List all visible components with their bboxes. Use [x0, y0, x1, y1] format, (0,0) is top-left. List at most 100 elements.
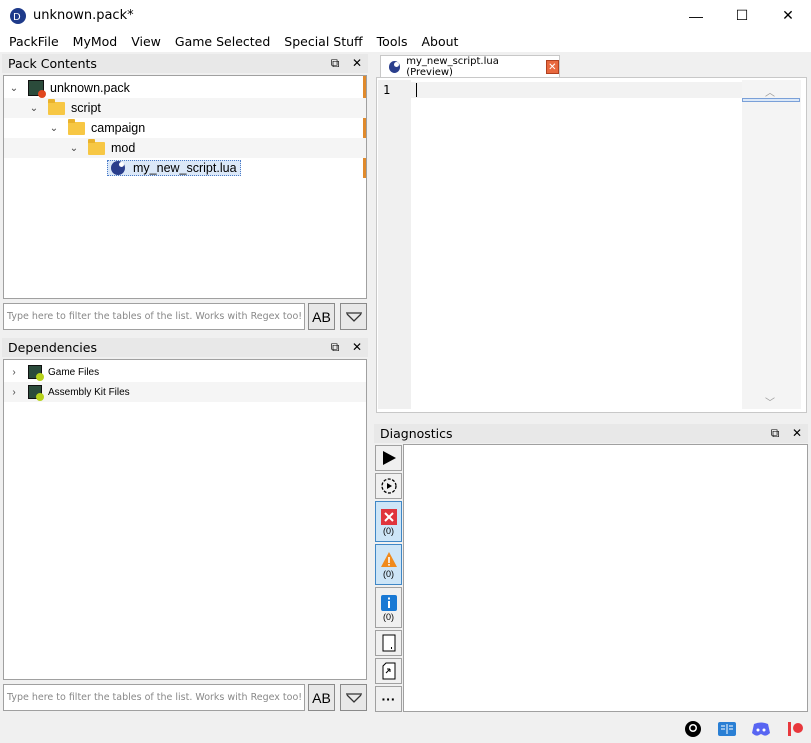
dependencies-header: Dependencies ⧉ ✕	[2, 338, 368, 357]
menu-packfile[interactable]: PackFile	[2, 34, 66, 49]
menu-bar: PackFile MyMod View Game Selected Specia…	[0, 31, 811, 52]
pack-filter-input[interactable]: Type here to filter the tables of the li…	[3, 303, 305, 330]
ellipsis-icon: ···	[381, 691, 396, 707]
selected-item[interactable]: my_new_script.lua	[107, 160, 241, 176]
diagnostics-title: Diagnostics	[380, 426, 453, 441]
discord-icon[interactable]	[751, 719, 771, 739]
minimize-button[interactable]: —	[673, 0, 719, 31]
info-icon	[380, 594, 397, 611]
tree-row[interactable]: › Assembly Kit Files	[4, 382, 366, 402]
pack-tree[interactable]: ⌄ unknown.pack ⌄ script ⌄ campaign ⌄ mod…	[3, 75, 367, 299]
info-toggle[interactable]: (0)	[375, 587, 402, 628]
case-sensitive-button[interactable]: AB	[308, 684, 335, 711]
line-number: 1	[383, 83, 391, 97]
status-bar	[0, 714, 811, 743]
chevron-down-icon[interactable]: ⌄	[48, 122, 60, 134]
warnings-count: (0)	[383, 568, 394, 579]
file-import-icon	[382, 662, 395, 680]
tree-row[interactable]: ⌄ campaign	[4, 118, 366, 138]
pack-contents-title: Pack Contents	[8, 56, 97, 71]
dependencies-filter-input[interactable]: Type here to filter the tables of the li…	[3, 684, 305, 711]
filter-dropdown-button[interactable]	[340, 303, 367, 330]
errors-count: (0)	[383, 525, 394, 536]
tree-row[interactable]: › Game Files	[4, 362, 366, 382]
code-editor[interactable]	[411, 80, 742, 409]
run-check-button[interactable]	[375, 445, 402, 471]
warnings-toggle[interactable]: (0)	[375, 544, 402, 585]
chevron-down-icon[interactable]: ⌄	[68, 142, 80, 154]
tree-row[interactable]: ⌄ script	[4, 98, 366, 118]
menu-tools[interactable]: Tools	[370, 34, 415, 49]
pack-icon	[28, 365, 44, 381]
menu-about[interactable]: About	[414, 34, 465, 49]
chevron-down-icon[interactable]: ⌄	[28, 102, 40, 114]
pack-icon	[28, 385, 44, 401]
more-options-button[interactable]: ···	[375, 686, 402, 712]
tree-label: my_new_script.lua	[133, 161, 237, 175]
current-line-highlight	[411, 82, 742, 98]
text-caret	[416, 83, 417, 97]
check-open-button[interactable]	[375, 473, 402, 499]
maximize-button[interactable]: ☐	[719, 0, 765, 31]
tree-row-selected[interactable]: my_new_script.lua	[4, 158, 366, 178]
github-icon[interactable]	[683, 719, 703, 739]
menu-mymod[interactable]: MyMod	[66, 34, 125, 49]
tab-close-icon[interactable]: ✕	[545, 60, 559, 74]
error-icon	[380, 508, 397, 525]
diagnostics-table[interactable]	[403, 444, 808, 712]
editor-tab[interactable]: my_new_script.lua (Preview) ✕	[380, 55, 560, 78]
minimap[interactable]	[742, 80, 801, 409]
chevron-right-icon[interactable]: ›	[8, 386, 20, 398]
svg-text:D: D	[13, 12, 21, 23]
errors-toggle[interactable]: (0)	[375, 501, 402, 542]
tree-label: script	[71, 101, 101, 115]
tree-row[interactable]: ⌄ unknown.pack	[4, 78, 366, 98]
dependencies-tree[interactable]: › Game Files › Assembly Kit Files	[3, 359, 367, 680]
tree-label: Assembly Kit Files	[48, 386, 130, 398]
chevron-down-icon[interactable]: ⌄	[8, 82, 20, 94]
manual-book-icon	[718, 722, 736, 736]
open-file-button[interactable]	[375, 630, 402, 656]
float-icon[interactable]: ⧉	[768, 425, 782, 441]
close-icon[interactable]: ✕	[350, 55, 364, 71]
float-icon[interactable]: ⧉	[328, 339, 342, 355]
discord-logo-icon	[752, 722, 770, 736]
warning-icon	[380, 551, 397, 567]
title-bar: D unknown.pack* — ☐ ✕	[0, 0, 811, 31]
menu-special-stuff[interactable]: Special Stuff	[277, 34, 369, 49]
diagnostics-header: Diagnostics ⧉ ✕	[374, 424, 808, 443]
scroll-down-icon[interactable]: ﹀	[765, 394, 775, 409]
lua-file-icon	[389, 61, 401, 73]
pack-icon	[28, 80, 46, 98]
menu-view[interactable]: View	[124, 34, 168, 49]
dependencies-title: Dependencies	[8, 340, 97, 355]
lua-file-icon	[111, 161, 125, 175]
book-icon[interactable]	[717, 719, 737, 739]
close-icon[interactable]: ✕	[350, 339, 364, 355]
close-button[interactable]: ✕	[765, 0, 811, 31]
tree-label: Game Files	[48, 366, 100, 378]
scroll-up-icon[interactable]: ︿	[765, 84, 775, 99]
float-icon[interactable]: ⧉	[328, 55, 342, 71]
chevron-down-icon	[345, 692, 362, 703]
play-icon	[382, 451, 396, 465]
filter-dropdown-button[interactable]	[340, 684, 367, 711]
folder-icon	[48, 98, 65, 115]
document-icon	[382, 634, 395, 652]
info-count: (0)	[383, 611, 394, 622]
patreon-icon[interactable]	[785, 719, 805, 739]
patreon-logo-icon	[788, 722, 803, 736]
chevron-down-icon	[345, 311, 362, 322]
check-gear-icon	[380, 478, 397, 494]
line-number-gutter: 1	[378, 80, 411, 409]
tree-row[interactable]: ⌄ mod	[4, 138, 366, 158]
folder-icon	[88, 138, 105, 155]
import-button[interactable]	[375, 658, 402, 684]
tree-label: unknown.pack	[50, 81, 130, 95]
tree-label: mod	[111, 141, 136, 155]
close-icon[interactable]: ✕	[790, 425, 804, 441]
menu-game-selected[interactable]: Game Selected	[168, 34, 277, 49]
pack-contents-header: Pack Contents ⧉ ✕	[2, 54, 368, 73]
chevron-right-icon[interactable]: ›	[8, 366, 20, 378]
case-sensitive-button[interactable]: AB	[308, 303, 335, 330]
